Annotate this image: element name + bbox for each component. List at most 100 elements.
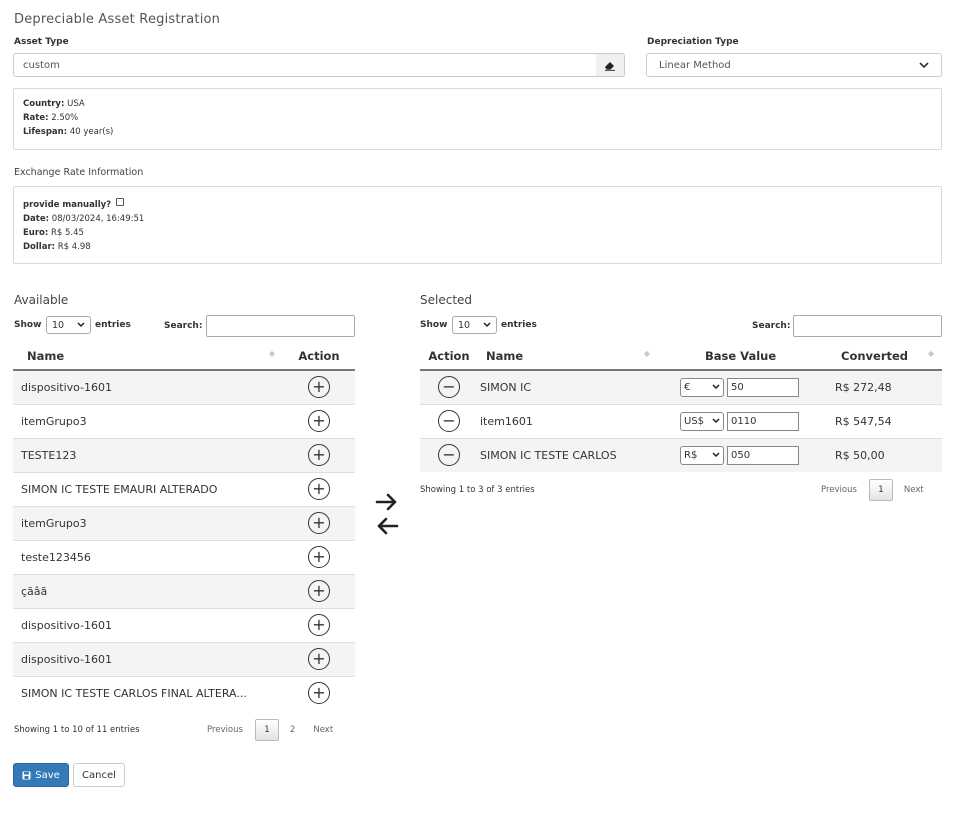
add-item-button[interactable]: + (283, 437, 355, 472)
converted-value: R$ 547,54 (825, 403, 942, 438)
minus-circle-icon[interactable]: − (438, 410, 460, 432)
dollar-label: Dollar: (23, 242, 56, 252)
country-value: USA (67, 99, 85, 109)
add-item-button[interactable]: + (283, 573, 355, 608)
row-name: SIMON IC TESTE CARLOS (478, 437, 658, 472)
selected-col-converted[interactable]: Converted ◆ (825, 342, 942, 371)
row-name: çãâã (13, 573, 283, 608)
chevron-down-icon (77, 322, 85, 328)
selected-length-value: 10 (458, 319, 471, 331)
euro-label: Euro: (23, 228, 49, 238)
plus-circle-icon[interactable]: + (308, 682, 330, 705)
remove-item-button[interactable]: − (420, 437, 478, 472)
available-info: Showing 1 to 10 of 11 entries (14, 725, 140, 735)
chevron-down-icon (712, 384, 720, 390)
chevron-down-icon (483, 322, 491, 328)
row-name: dispositivo-1601 (13, 641, 283, 676)
table-row: teste123456 + (13, 539, 355, 574)
selected-prev-button[interactable]: Previous (814, 485, 864, 495)
base-value-input[interactable]: 0110 (727, 411, 799, 431)
minus-circle-icon[interactable]: − (438, 444, 460, 467)
available-page-1[interactable]: 1 (254, 719, 279, 741)
table-row: SIMON IC TESTE EMAURI ALTERADO + (13, 471, 355, 506)
currency-value: € (684, 381, 691, 393)
available-title: Available (14, 293, 69, 307)
rate-value: 2.50% (51, 113, 79, 123)
row-name: SIMON IC (478, 369, 658, 404)
plus-circle-icon[interactable]: + (308, 546, 330, 568)
plus-circle-icon[interactable]: + (308, 444, 330, 466)
selected-page-1[interactable]: 1 (868, 479, 893, 501)
page-title: Depreciable Asset Registration (14, 12, 221, 27)
row-name: TESTE123 (13, 437, 283, 472)
selected-length-select[interactable]: 10 (452, 316, 497, 334)
currency-select[interactable]: US$ (680, 411, 724, 431)
floppy-icon (22, 771, 31, 779)
converted-value: R$ 272,48 (825, 369, 942, 404)
selected-table: Action Name ◆ Base Value Converted ◆ − SIMO… (420, 342, 942, 472)
save-button[interactable]: Save (13, 763, 69, 787)
available-length-select[interactable]: 10 (46, 316, 91, 334)
dollar-value: R$ 4.98 (57, 242, 91, 252)
available-table: Name ◆ Action dispositivo-1601 + itemGrupo3… (13, 342, 355, 710)
add-item-button[interactable]: + (283, 369, 355, 404)
plus-circle-icon[interactable]: + (308, 648, 330, 670)
selected-entries-label: entries (501, 320, 537, 330)
asset-info-box: Country: USA Rate: 2.50% Lifespan: 40 ye… (13, 88, 942, 150)
selected-title: Selected (420, 293, 473, 307)
add-item-button[interactable]: + (283, 471, 355, 506)
base-value-input[interactable]: 050 (727, 445, 799, 465)
currency-select[interactable]: € (680, 377, 724, 397)
asset-type-input[interactable]: custom (13, 53, 597, 77)
transfer-arrows-icon[interactable] (374, 490, 400, 538)
add-item-button[interactable]: + (283, 641, 355, 676)
add-item-button[interactable]: + (283, 539, 355, 574)
minus-circle-icon[interactable]: − (438, 376, 460, 399)
available-page-2[interactable]: 2 (283, 725, 302, 735)
remove-item-button[interactable]: − (420, 403, 478, 438)
plus-circle-icon[interactable]: + (308, 614, 330, 636)
plus-circle-icon[interactable]: + (308, 512, 330, 534)
cancel-button[interactable]: Cancel (73, 763, 125, 787)
currency-select[interactable]: R$ (680, 445, 724, 465)
add-item-button[interactable]: + (283, 607, 355, 642)
available-prev-button[interactable]: Previous (200, 725, 250, 735)
table-row: itemGrupo3 + (13, 403, 355, 438)
add-item-button[interactable]: + (283, 675, 355, 710)
available-length-value: 10 (52, 319, 65, 331)
available-col-name[interactable]: Name ◆ (13, 342, 283, 371)
remove-item-button[interactable]: − (420, 369, 478, 404)
save-label: Save (35, 769, 60, 781)
table-row: − SIMON IC €50 R$ 272,48 (420, 369, 942, 404)
available-search-input[interactable] (206, 315, 355, 337)
selected-pagination: Previous 1 Next (814, 478, 931, 502)
depreciation-type-select[interactable]: Linear Method (646, 53, 942, 77)
selected-col-name[interactable]: Name ◆ (478, 342, 658, 371)
table-row: dispositivo-1601 + (13, 369, 355, 404)
rate-label: Rate: (23, 113, 49, 123)
manual-checkbox[interactable] (115, 198, 124, 206)
add-item-button[interactable]: + (283, 505, 355, 540)
row-name: teste123456 (13, 539, 283, 574)
clear-asset-type-button[interactable] (596, 53, 625, 77)
depreciation-type-label: Depreciation Type (647, 37, 739, 47)
table-row: dispositivo-1601 + (13, 607, 355, 642)
selected-search-input[interactable] (793, 315, 942, 337)
exchange-info-box: provide manually? Date: 08/03/2024, 16:4… (13, 186, 942, 264)
chevron-down-icon (712, 452, 720, 458)
add-item-button[interactable]: + (283, 403, 355, 438)
plus-circle-icon[interactable]: + (308, 478, 330, 500)
asset-type-value: custom (23, 59, 60, 71)
asset-type-label: Asset Type (14, 37, 69, 47)
available-next-button[interactable]: Next (306, 725, 340, 735)
base-value-input[interactable]: 50 (727, 377, 799, 397)
plus-circle-icon[interactable]: + (308, 580, 330, 602)
country-label: Country: (23, 99, 65, 109)
plus-circle-icon[interactable]: + (308, 376, 330, 399)
manual-label: provide manually? (23, 200, 112, 210)
row-name: itemGrupo3 (13, 403, 283, 438)
plus-circle-icon[interactable]: + (308, 410, 330, 432)
selected-info: Showing 1 to 3 of 3 entries (420, 485, 535, 495)
row-name: itemGrupo3 (13, 505, 283, 540)
selected-next-button[interactable]: Next (897, 485, 931, 495)
